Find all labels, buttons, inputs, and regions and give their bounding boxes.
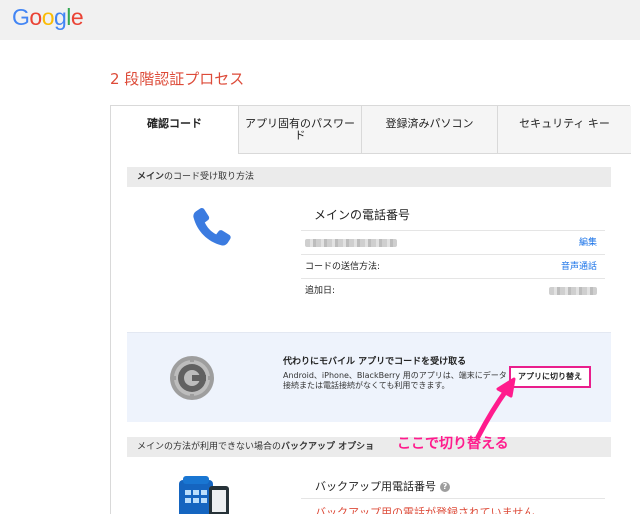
main-method-heading: メインのコード受け取り方法 <box>127 167 611 187</box>
logo-letter: G <box>12 4 30 30</box>
send-method-label: コードの送信方法: <box>305 262 381 272</box>
top-bar: Google <box>0 0 640 40</box>
tab-registered-computers[interactable]: 登録済みパソコン <box>361 106 497 154</box>
send-method-link[interactable]: 音声通話 <box>561 255 597 279</box>
send-method-row: コードの送信方法: 音声通話 <box>301 254 605 278</box>
google-logo[interactable]: Google <box>12 4 84 31</box>
backup-warning: バックアップ用の電話が登録されていません <box>315 506 535 514</box>
help-icon[interactable]: ? <box>440 482 450 492</box>
page-title: 2 段階認証プロセス <box>110 70 245 88</box>
edit-link[interactable]: 編集 <box>579 231 597 255</box>
switch-to-app-button[interactable]: アプリに切り替え <box>509 366 591 388</box>
backup-phone-icon <box>179 476 229 514</box>
logo-letter: e <box>70 4 84 30</box>
added-date-value <box>549 279 597 303</box>
tab-security-keys[interactable]: セキュリティ キー <box>497 106 631 154</box>
phone-number-row: 編集 <box>301 230 605 254</box>
backup-phone-title: バックアップ用電話番号? <box>315 478 450 494</box>
main-phone-title: メインの電話番号 <box>314 208 411 222</box>
logo-letter: g <box>53 4 67 30</box>
mobile-app-option: 代わりにモバイル アプリでコードを受け取る Android、iPhone、Bla… <box>127 332 611 422</box>
backup-phone-title-text: バックアップ用電話番号 <box>315 480 436 493</box>
added-date-label: 追加日: <box>305 286 336 296</box>
redacted-phone-number <box>305 238 397 247</box>
tab-bar: 確認コード アプリ固有のパスワード 登録済みパソコン セキュリティ キー <box>111 106 631 154</box>
backup-heading-bold: バックアップ オプショ <box>281 442 375 452</box>
main-method-heading-text: のコード受け取り方法 <box>164 172 255 182</box>
authenticator-icon <box>170 356 214 400</box>
mobile-app-title: 代わりにモバイル アプリでコードを受け取る <box>283 357 467 367</box>
redacted-date <box>549 286 597 295</box>
logo-letter: o <box>41 4 55 30</box>
tab-verification-codes[interactable]: 確認コード <box>111 106 238 154</box>
logo-letter: o <box>29 4 42 30</box>
annotation-text: ここで切り替える <box>397 436 509 452</box>
main-phone-details: 編集 コードの送信方法: 音声通話 追加日: <box>301 230 605 302</box>
backup-heading-text: メインの方法が利用できない場合の <box>137 442 282 452</box>
settings-card: 確認コード アプリ固有のパスワード 登録済みパソコン セキュリティ キー メイン… <box>110 105 631 514</box>
added-date-row: 追加日: <box>301 278 605 302</box>
backup-divider <box>301 498 605 499</box>
backup-options-heading: メインの方法が利用できない場合のバックアップ オプショ <box>127 437 611 457</box>
main-method-heading-bold: メイン <box>137 172 165 182</box>
phone-icon <box>193 208 231 246</box>
mobile-app-description: Android、iPhone、BlackBerry 用のアプリは、端末にデータ接… <box>283 371 507 390</box>
tab-app-passwords[interactable]: アプリ固有のパスワード <box>238 106 361 154</box>
